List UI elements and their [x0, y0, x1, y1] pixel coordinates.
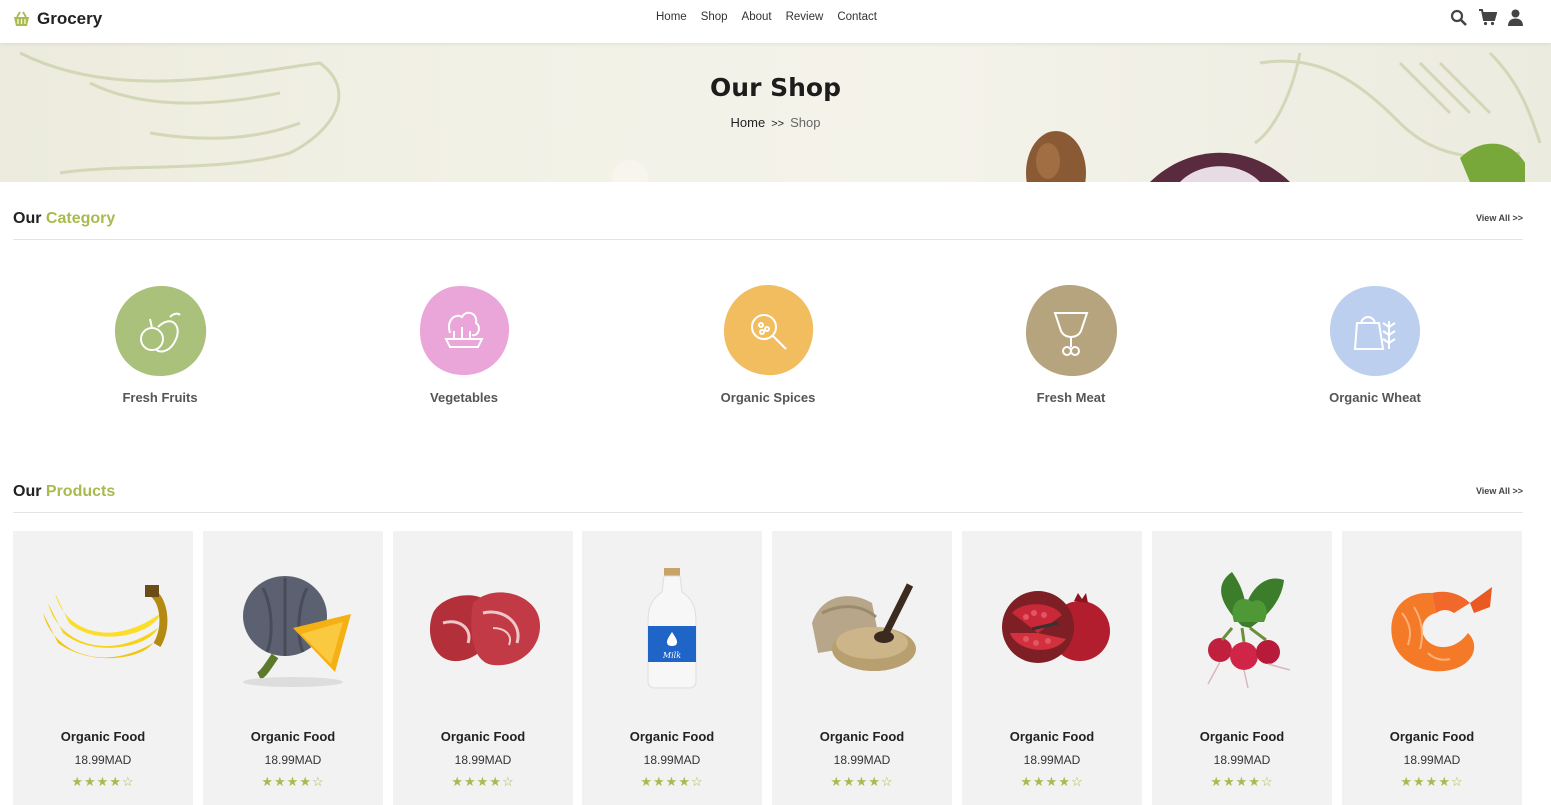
- product-name: Organic Food: [440, 729, 526, 744]
- rating-stars-icon: ★★★★☆: [830, 774, 894, 789]
- product-price: 18.99MAD: [74, 753, 132, 767]
- search-icon[interactable]: [1450, 9, 1467, 26]
- basket-icon: [12, 11, 31, 27]
- nav-link-about[interactable]: About: [742, 11, 772, 23]
- breadcrumb-separator: >>: [771, 118, 785, 130]
- product-card[interactable]: Organic Food 18.99MAD ★★★★☆: [393, 531, 573, 805]
- product-card[interactable]: Organic Food 18.99MAD ★★★★☆: [772, 531, 952, 805]
- category-section-header: Our Category View All >>: [13, 210, 1523, 240]
- product-card[interactable]: Organic Food 18.99MAD ★★★★☆: [13, 531, 193, 805]
- nav-link-shop[interactable]: Shop: [701, 11, 728, 23]
- product-name: Organic Food: [629, 729, 715, 744]
- fruits-icon: [112, 283, 208, 379]
- milk-label: Milk: [662, 651, 681, 660]
- products-view-all-link[interactable]: View All >>: [1476, 486, 1523, 496]
- rating-stars-icon: ★★★★☆: [1210, 774, 1274, 789]
- hero-background-illustration: [19, 51, 1542, 182]
- breadcrumb-home[interactable]: Home: [731, 115, 766, 130]
- nav-link-review[interactable]: Review: [786, 11, 824, 23]
- rating-stars-icon: ★★★★☆: [451, 774, 515, 789]
- category-title-accent: Category: [45, 210, 116, 227]
- product-name: Organic Food: [1009, 729, 1095, 744]
- breadcrumb: Home >> Shop: [0, 115, 1551, 130]
- product-card[interactable]: Milk Organic Food 18.99MAD ★★★★☆: [582, 531, 762, 805]
- page-title: Our Shop: [710, 73, 841, 102]
- product-name: Organic Food: [1389, 729, 1475, 744]
- category-card-organic-wheat[interactable]: Organic Wheat: [1295, 283, 1455, 405]
- product-card[interactable]: Organic Food 18.99MAD ★★★★☆: [962, 531, 1142, 805]
- milk-bottle-image: Milk: [582, 553, 762, 703]
- nav-actions: [1450, 9, 1525, 26]
- category-card-fresh-meat[interactable]: Fresh Meat: [991, 283, 1151, 405]
- bananas-image: [13, 553, 193, 703]
- product-price: 18.99MAD: [454, 753, 512, 767]
- product-name: Organic Food: [819, 729, 905, 744]
- meat-icon: [1023, 283, 1119, 379]
- product-card[interactable]: Organic Food 18.99MAD ★★★★☆: [1342, 531, 1522, 805]
- product-card[interactable]: Organic Food 18.99MAD ★★★★☆: [203, 531, 383, 805]
- products-section-header: Our Products View All >>: [13, 483, 1523, 513]
- cart-icon[interactable]: [1479, 9, 1498, 26]
- grain-sack-image: [772, 553, 952, 703]
- top-navbar: Grocery Home Shop About Review Contact: [0, 0, 1551, 43]
- product-price: 18.99MAD: [643, 753, 701, 767]
- radishes-image: [1152, 553, 1332, 703]
- main-menu: Home Shop About Review Contact: [656, 11, 877, 23]
- pomegranate-image: [962, 553, 1142, 703]
- hero-banner: Our Shop Home >> Shop: [0, 43, 1551, 182]
- rating-stars-icon: ★★★★☆: [261, 774, 325, 789]
- product-card[interactable]: Organic Food 18.99MAD ★★★★☆: [1152, 531, 1332, 805]
- wheat-icon: [1327, 283, 1423, 379]
- pumpkin-image: [203, 553, 383, 703]
- rating-stars-icon: ★★★★☆: [71, 774, 135, 789]
- beef-steak-image: [393, 553, 573, 703]
- category-view-all-link[interactable]: View All >>: [1476, 213, 1523, 223]
- category-label: Organic Wheat: [1329, 390, 1421, 405]
- product-price: 18.99MAD: [1023, 753, 1081, 767]
- rating-stars-icon: ★★★★☆: [1400, 774, 1464, 789]
- product-price: 18.99MAD: [1403, 753, 1461, 767]
- product-price: 18.99MAD: [264, 753, 322, 767]
- brand-name: Grocery: [37, 9, 103, 28]
- brand-logo[interactable]: Grocery: [12, 9, 102, 29]
- products-section-title: Our Products: [13, 483, 115, 501]
- user-icon[interactable]: [1508, 9, 1525, 26]
- products-title-plain: Our: [13, 483, 42, 500]
- breadcrumb-current: Shop: [790, 115, 821, 130]
- product-name: Organic Food: [1199, 729, 1285, 744]
- category-card-fresh-fruits[interactable]: Fresh Fruits: [80, 283, 240, 405]
- rating-stars-icon: ★★★★☆: [1020, 774, 1084, 789]
- shrimp-image: [1342, 553, 1522, 703]
- nav-link-contact[interactable]: Contact: [837, 11, 877, 23]
- product-name: Organic Food: [60, 729, 146, 744]
- category-card-organic-spices[interactable]: Organic Spices: [688, 283, 848, 405]
- products-title-accent: Products: [45, 483, 116, 500]
- product-price: 18.99MAD: [833, 753, 891, 767]
- rating-stars-icon: ★★★★☆: [640, 774, 704, 789]
- vegetables-icon: [416, 283, 512, 379]
- product-price: 18.99MAD: [1213, 753, 1271, 767]
- category-title-plain: Our: [13, 210, 42, 227]
- category-label: Fresh Meat: [1036, 390, 1106, 405]
- product-name: Organic Food: [250, 729, 336, 744]
- category-card-vegetables[interactable]: Vegetables: [384, 283, 544, 405]
- spices-icon: [720, 283, 816, 379]
- category-label: Fresh Fruits: [122, 390, 198, 405]
- category-label: Vegetables: [430, 390, 498, 405]
- category-section-title: Our Category: [13, 210, 115, 228]
- category-label: Organic Spices: [720, 390, 816, 405]
- nav-link-home[interactable]: Home: [656, 11, 687, 23]
